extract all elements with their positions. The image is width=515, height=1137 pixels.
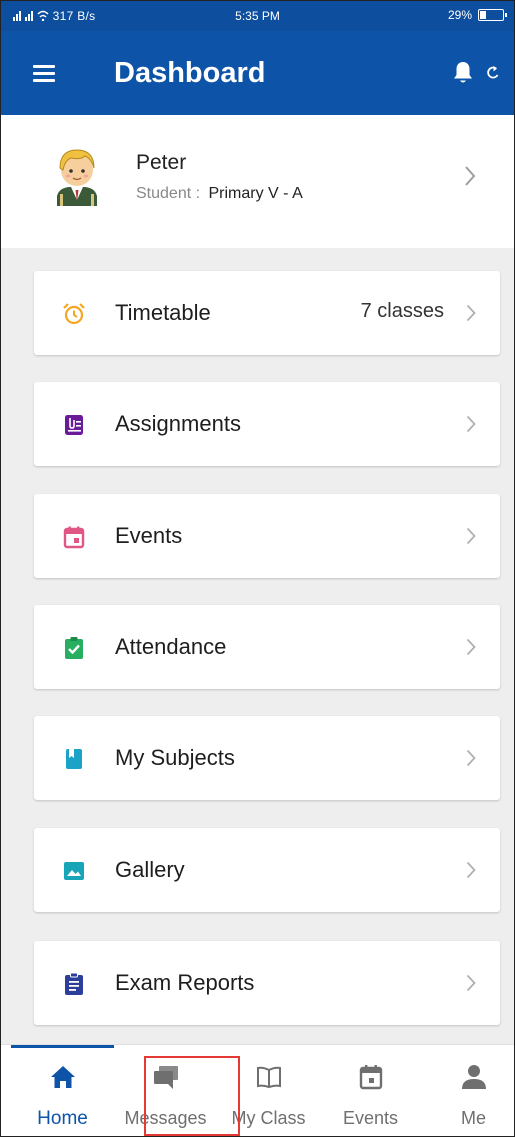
nav-label: Home	[37, 1108, 88, 1129]
nav-home[interactable]: Home	[11, 1045, 114, 1136]
calendar-icon	[359, 1065, 382, 1090]
bell-icon[interactable]	[453, 61, 473, 85]
refresh-icon[interactable]	[485, 64, 501, 82]
avatar	[57, 149, 97, 206]
chevron-right-icon	[466, 638, 476, 656]
timetable-card[interactable]: Timetable 7 classes	[34, 271, 500, 355]
nav-label: My Class	[231, 1108, 306, 1128]
person-icon	[461, 1065, 486, 1089]
nav-label: Events	[342, 1108, 399, 1128]
card-label: Gallery	[115, 857, 185, 882]
report-icon	[65, 972, 83, 995]
battery-icon	[478, 9, 507, 21]
alarm-clock-icon	[63, 303, 85, 325]
card-label: Attendance	[115, 634, 227, 659]
nav-me[interactable]: Me	[422, 1045, 514, 1136]
exam-reports-card[interactable]: Exam Reports	[34, 941, 500, 1025]
status-bar: 317 B/s 5:35 PM 29%	[1, 1, 514, 31]
chevron-right-icon	[466, 861, 476, 879]
nav-my-class[interactable]: My Class	[217, 1045, 320, 1136]
app-bar: Dashboard	[1, 31, 514, 115]
gallery-card[interactable]: Gallery	[34, 828, 500, 912]
chevron-right-icon	[466, 749, 476, 767]
calendar-icon	[63, 526, 85, 549]
card-label: Events	[115, 523, 183, 548]
card-label: Exam Reports	[115, 970, 255, 995]
chat-icon	[153, 1066, 178, 1089]
chevron-right-icon	[466, 304, 476, 322]
attendance-card[interactable]: Attendance	[34, 605, 500, 689]
classes-count: 7 classes	[360, 300, 444, 322]
chevron-right-icon	[466, 974, 476, 992]
chevron-right-icon	[465, 166, 476, 186]
role-label: Student :	[136, 185, 201, 202]
home-icon	[50, 1066, 75, 1088]
menu-icon[interactable]	[33, 65, 55, 82]
card-label: Assignments	[115, 411, 241, 436]
book-icon	[66, 749, 82, 769]
my-subjects-card[interactable]: My Subjects	[34, 716, 500, 800]
open-book-icon	[256, 1066, 281, 1089]
chevron-right-icon	[466, 415, 476, 433]
profile-name: Peter	[136, 151, 187, 174]
clipboard-check-icon	[65, 637, 83, 659]
events-card[interactable]: Events	[34, 494, 500, 578]
phone-screen: 317 B/s 5:35 PM 29% Dashboard Peter Stud…	[0, 0, 515, 1137]
profile-card[interactable]: Peter Student : Primary V - A	[1, 115, 514, 248]
class-name: Primary V - A	[208, 185, 303, 202]
assignments-card[interactable]: Assignments	[34, 382, 500, 466]
chevron-right-icon	[466, 527, 476, 545]
card-label: My Subjects	[115, 745, 235, 770]
battery-percent: 29%	[447, 8, 472, 22]
battery-status: 29%	[447, 8, 507, 22]
bottom-nav: Home Messages My Class Events Me	[1, 1044, 514, 1136]
assignment-icon	[65, 415, 83, 435]
status-time: 5:35 PM	[235, 9, 280, 23]
nav-events[interactable]: Events	[319, 1045, 422, 1136]
nav-messages[interactable]: Messages	[114, 1045, 217, 1136]
image-icon	[64, 862, 84, 880]
page-title: Dashboard	[114, 57, 266, 89]
profile-subtitle: Student : Primary V - A	[136, 185, 303, 203]
card-label: Timetable	[115, 300, 211, 325]
nav-label: Me	[460, 1108, 486, 1128]
nav-label: Messages	[124, 1108, 207, 1128]
